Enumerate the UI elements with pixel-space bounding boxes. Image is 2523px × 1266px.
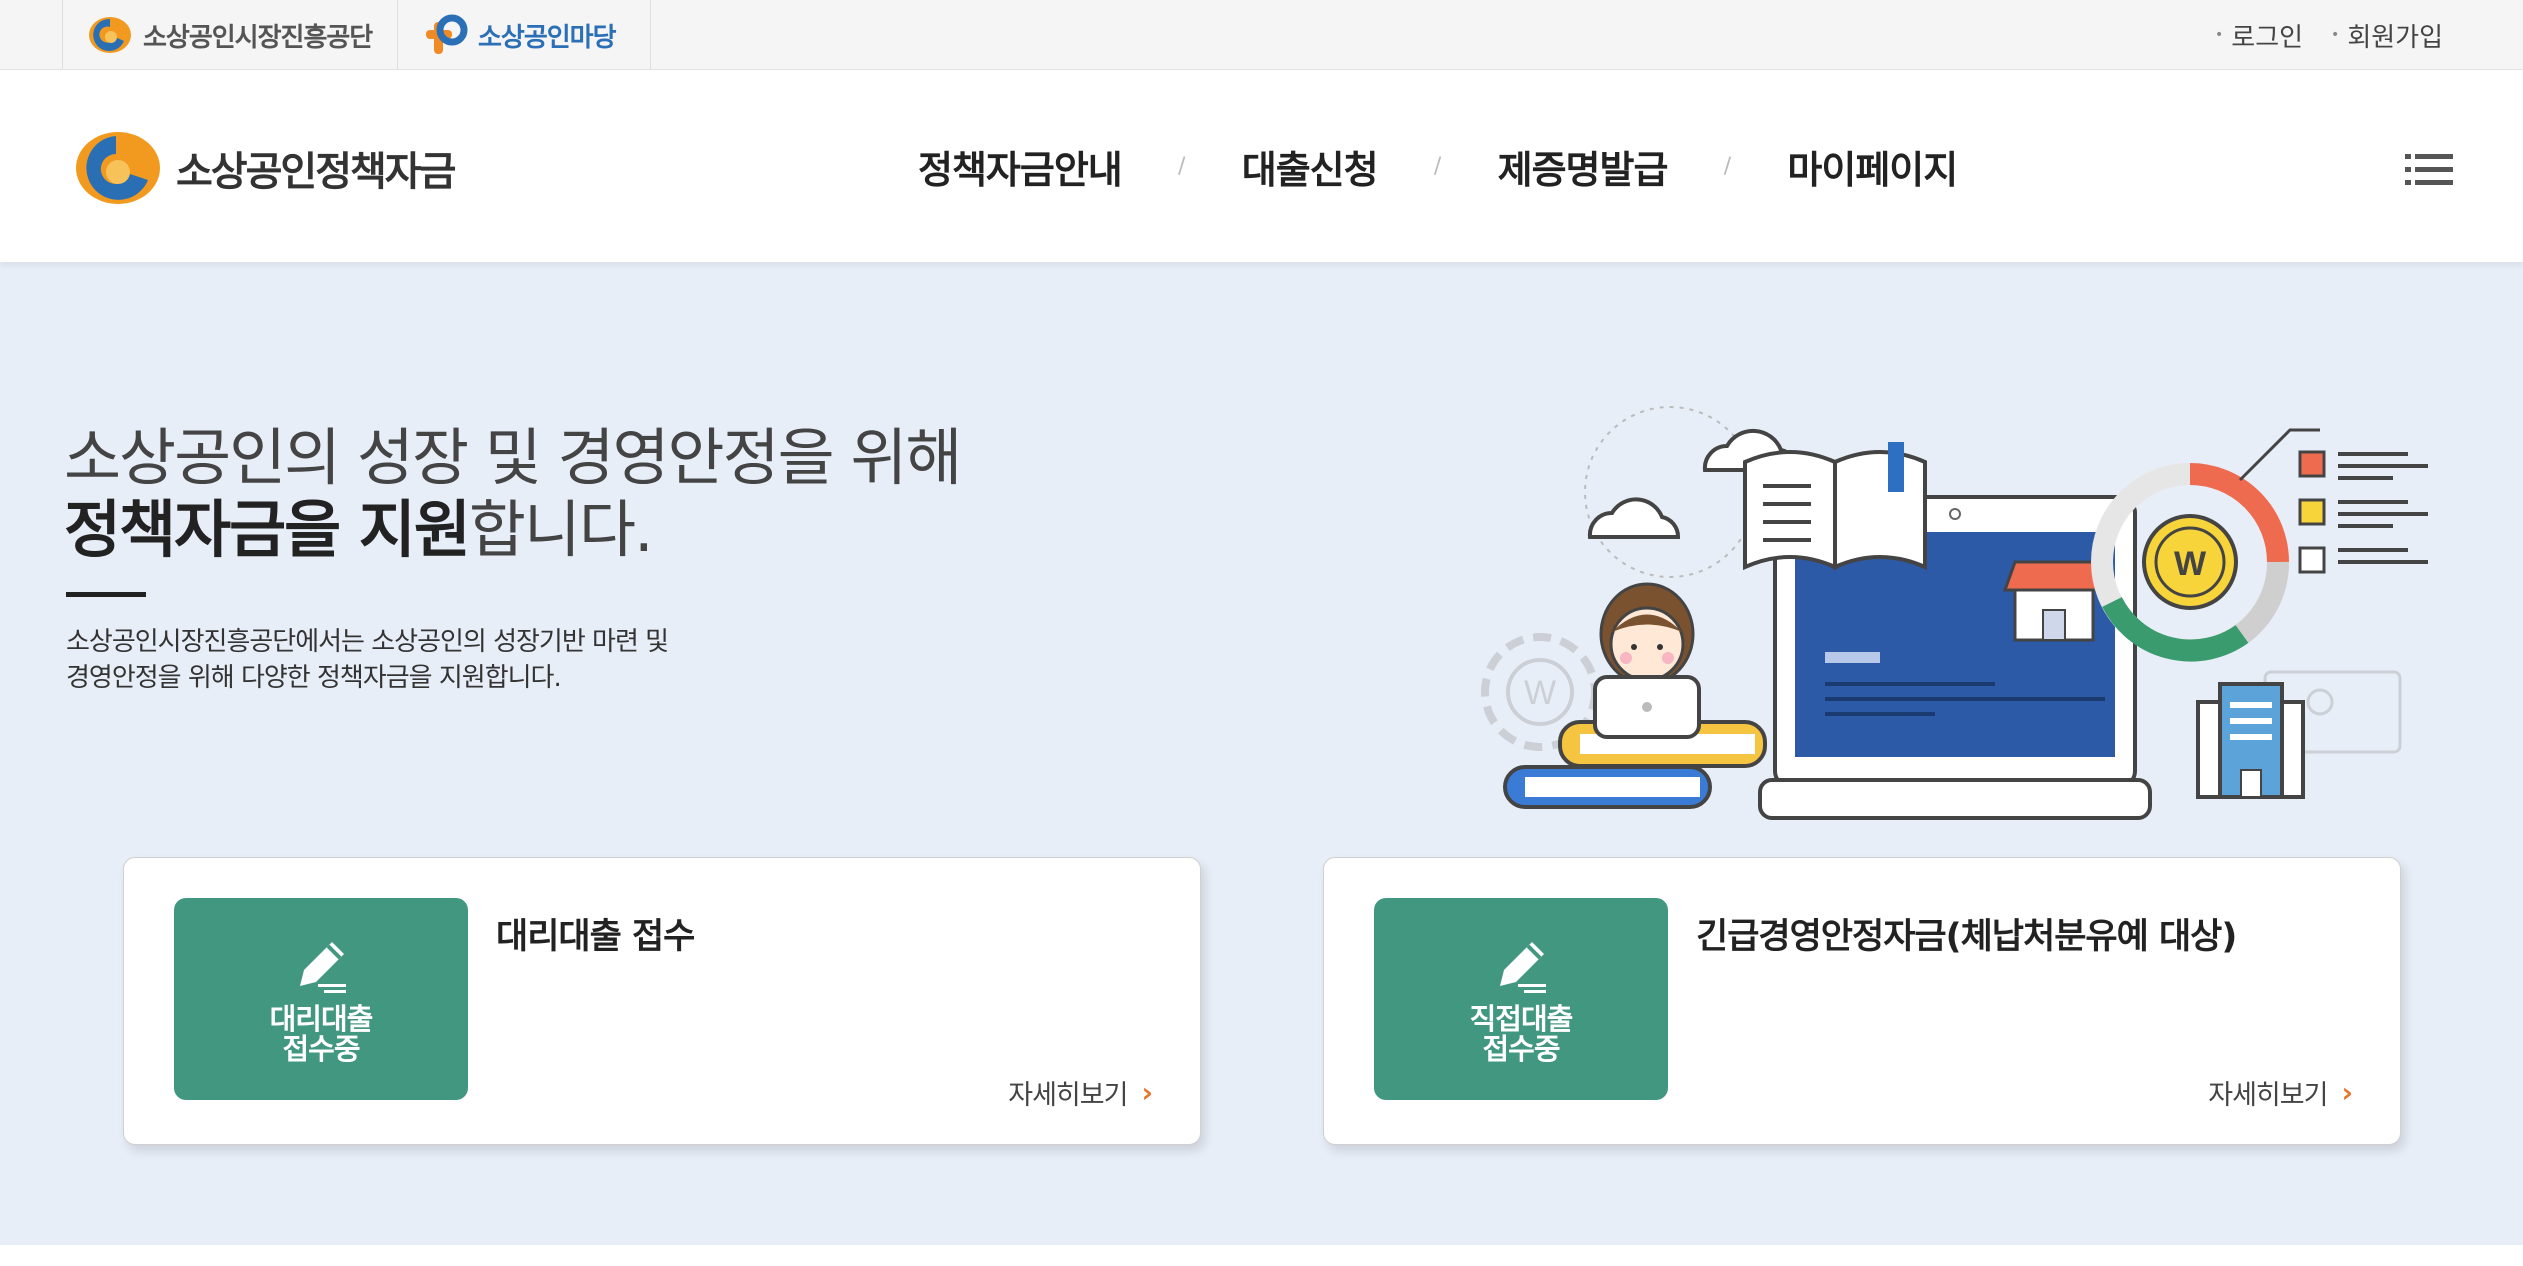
proxy-loan-card[interactable]: 대리대출 접수중 대리대출 접수 자세히보기 › <box>123 857 1201 1145</box>
bullet-icon: • <box>2331 27 2340 43</box>
proxy-loan-more-link[interactable]: 자세히보기 › <box>1008 1073 1153 1112</box>
nav-separator: / <box>1433 153 1442 179</box>
pencil-icon <box>300 942 346 993</box>
hero-headline: 소상공인의 성장 및 경영안정을 위해 정책자금을 지원합니다. <box>64 421 962 566</box>
nav-certificate-issue[interactable]: 제증명발급 <box>1498 139 1669 194</box>
headline-divider <box>66 592 146 597</box>
svg-text:W: W <box>2174 545 2207 583</box>
brand-logo-icon <box>76 132 160 204</box>
chevron-right-icon: › <box>2341 1076 2353 1109</box>
site-label-sbiz: 소상공인마당 <box>478 22 617 53</box>
hero-description: 소상공인시장진흥공단에서는 소상공인의 성장기반 마련 및 경영안정을 위해 다… <box>66 624 766 696</box>
signup-label: 회원가입 <box>2347 22 2443 53</box>
headline-line1: 소상공인의 성장 및 경영안정을 위해 <box>64 421 962 494</box>
nav-separator: / <box>1178 153 1186 179</box>
more-label: 자세히보기 <box>2208 1080 2328 1111</box>
building-icon <box>2196 682 2305 799</box>
hero-illustration: W W <box>1481 406 2428 820</box>
emergency-fund-card[interactable]: 직접대출 접수중 긴급경영안정자금(체납처분유예 대상) 자세히보기 › <box>1323 857 2401 1145</box>
brand-title: 소상공인정책자금 <box>176 149 456 195</box>
svg-text:W: W <box>1524 674 1556 712</box>
sbiz-logo-icon <box>426 14 468 54</box>
emergency-fund-title: 긴급경영안정자금(체납처분유예 대상) <box>1696 917 2237 957</box>
direct-loan-badge-label: 직접대출 접수중 <box>1469 1002 1574 1066</box>
hero-section: 소상공인의 성장 및 경영안정을 위해 정책자금을 지원합니다. 소상공인시장진… <box>0 262 2523 1245</box>
utility-bar: 소상공인시장진흥공단 소상공인마당 • 로그인 • 회원가입 <box>0 0 2523 70</box>
desc-line2: 경영안정을 위해 다양한 정책자금을 지원합니다. <box>66 663 562 693</box>
desc-line1: 소상공인시장진흥공단에서는 소상공인의 성장기반 마련 및 <box>66 627 669 657</box>
bullet-icon: • <box>2215 27 2224 43</box>
chevron-right-icon: › <box>1141 1076 1153 1109</box>
shop-icon <box>2002 560 2106 642</box>
semas-logo-icon <box>89 17 131 53</box>
nav-policy-fund-info[interactable]: 정책자금안내 <box>918 139 1123 194</box>
proxy-loan-badge-label: 대리대출 접수중 <box>269 1002 374 1066</box>
nav-my-page[interactable]: 마이페이지 <box>1787 139 1958 194</box>
site-link-sbiz[interactable]: 소상공인마당 <box>397 0 651 70</box>
nav-loan-application[interactable]: 대출신청 <box>1242 139 1379 194</box>
proxy-loan-badge[interactable]: 대리대출 접수중 <box>174 898 468 1100</box>
nav-separator: / <box>1723 153 1732 179</box>
proxy-loan-title: 대리대출 접수 <box>496 917 695 957</box>
hamburger-menu-icon[interactable] <box>2405 152 2453 188</box>
main-nav: 정책자금안내 / 대출신청 / 제증명발급 / 마이페이지 <box>918 70 1958 262</box>
more-label: 자세히보기 <box>1008 1080 1128 1111</box>
cloud-icon <box>1587 497 1681 539</box>
signup-link[interactable]: • 회원가입 <box>2331 17 2443 54</box>
site-link-semas[interactable]: 소상공인시장진흥공단 <box>62 0 397 70</box>
direct-loan-badge[interactable]: 직접대출 접수중 <box>1374 898 1668 1100</box>
book-icon <box>1743 442 1927 571</box>
person-icon <box>1593 582 1701 739</box>
pencil-icon <box>1500 942 1546 993</box>
emergency-fund-more-link[interactable]: 자세히보기 › <box>2208 1073 2353 1112</box>
login-label: 로그인 <box>2231 22 2304 53</box>
brand-home-link[interactable]: 소상공인정책자금 <box>70 130 456 206</box>
main-header: 소상공인정책자금 정책자금안내 / 대출신청 / 제증명발급 / 마이페이지 <box>0 70 2523 262</box>
headline-tail: 합니다. <box>468 493 654 566</box>
login-link[interactable]: • 로그인 <box>2215 17 2303 54</box>
site-label-semas: 소상공인시장진흥공단 <box>143 22 373 53</box>
account-links: • 로그인 • 회원가입 <box>2215 0 2443 70</box>
headline-bold: 정책자금을 지원 <box>64 493 471 566</box>
